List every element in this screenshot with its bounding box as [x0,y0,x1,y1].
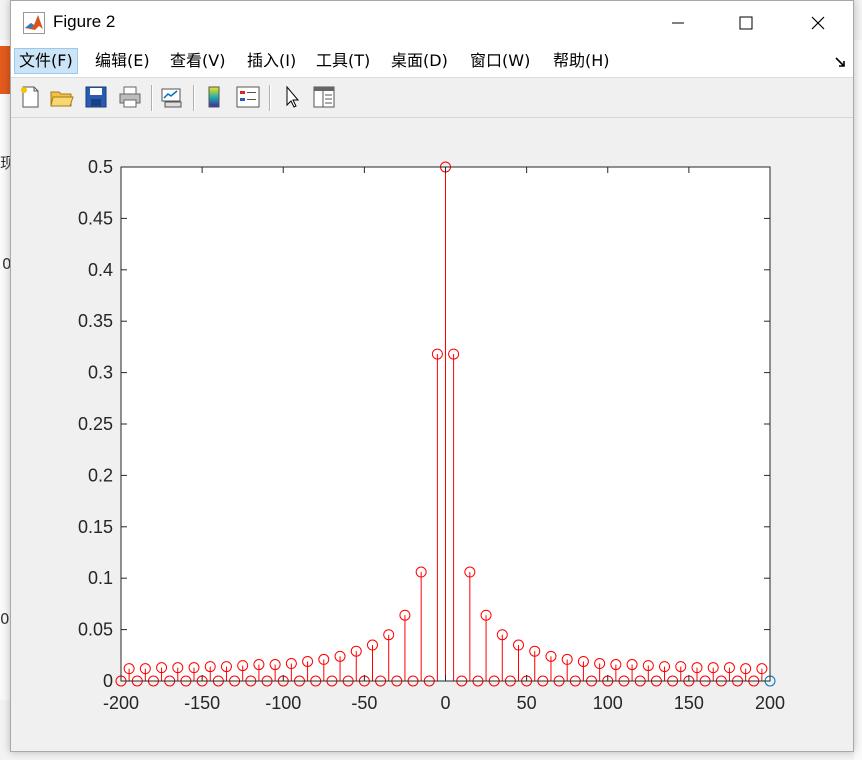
menu-bar: 文件(F) 编辑(E) 查看(V) 插入(I) 工具(T) 桌面(D) 窗口(W… [11,45,853,78]
close-button[interactable] [795,1,841,45]
toolbar-separator [269,85,271,111]
y-tick-label: 0.45 [78,208,113,228]
minimize-icon [672,22,684,24]
x-tick-label: 200 [755,693,785,713]
save-figure-icon[interactable] [83,84,109,110]
edit-plot-icon[interactable] [279,84,305,110]
link-plot-icon[interactable] [159,84,185,110]
y-tick-label: 0.05 [78,620,113,640]
menu-insert[interactable]: 插入(I) [243,49,300,73]
x-tick-label: -200 [103,693,139,713]
figure-canvas[interactable]: -200 -150 -100 -50 0 50 100 150 200 0 0.05 0.1 0.15… [11,119,853,751]
x-tick-label: 100 [593,693,623,713]
maximize-icon [739,16,753,30]
y-tick-label: 0 [103,671,113,691]
menu-edit[interactable]: 编辑(E) [91,49,154,73]
x-tick-label: -50 [351,693,377,713]
menu-window[interactable]: 窗口(W) [466,49,534,73]
toolbar-separator [193,85,195,111]
insert-colorbar-icon[interactable] [201,84,227,110]
window-title: Figure 2 [53,12,116,31]
toolbar-separator [151,85,153,111]
dock-figure-icon[interactable] [835,57,847,69]
x-tick-label: -150 [184,693,220,713]
y-tick-label: 0.35 [78,311,113,331]
menu-file[interactable]: 文件(F) [14,48,78,74]
figure-toolbar [11,79,853,118]
x-tick-label: 0 [440,693,450,713]
maximize-button[interactable] [723,1,769,45]
stem-plot[interactable]: -200 -150 -100 -50 0 50 100 150 200 0 0.05 0.1 0.15… [11,119,853,751]
menu-tools[interactable]: 工具(T) [312,49,374,73]
x-tick-labels: -200 -150 -100 -50 0 50 100 150 200 [103,693,785,713]
open-file-icon[interactable] [49,84,75,110]
y-tick-label: 0.15 [78,517,113,537]
y-tick-labels: 0 0.05 0.1 0.15 0.2 0.25 0.3 0.35 0.4 0.45 0.5 [78,157,113,691]
x-tick-label: 50 [517,693,537,713]
background-app-icon [0,46,10,94]
insert-legend-icon[interactable] [235,84,261,110]
background-text: 0 [0,610,10,628]
y-tick-label: 0.4 [88,260,113,280]
menu-desktop[interactable]: 桌面(D) [387,49,452,73]
close-icon [811,16,825,30]
y-tick-label: 0.1 [88,568,113,588]
y-tick-label: 0.2 [88,465,113,485]
print-figure-icon[interactable] [117,84,143,110]
matlab-icon [23,12,45,34]
background-window-right [854,40,862,760]
y-tick-label: 0.5 [88,157,113,177]
property-inspector-icon[interactable] [311,84,337,110]
menu-help[interactable]: 帮助(H) [549,49,614,73]
title-bar[interactable]: Figure 2 [11,1,853,45]
figure-window: Figure 2 文件(F) 编辑(E) 查看(V) 插入(I) 工具(T) 桌… [10,0,854,752]
new-figure-icon[interactable] [17,84,43,110]
x-tick-label: 150 [674,693,704,713]
x-tick-label: -100 [265,693,301,713]
minimize-button[interactable] [655,1,701,45]
menu-view[interactable]: 查看(V) [166,49,229,73]
y-tick-label: 0.25 [78,414,113,434]
y-tick-label: 0.3 [88,363,113,383]
